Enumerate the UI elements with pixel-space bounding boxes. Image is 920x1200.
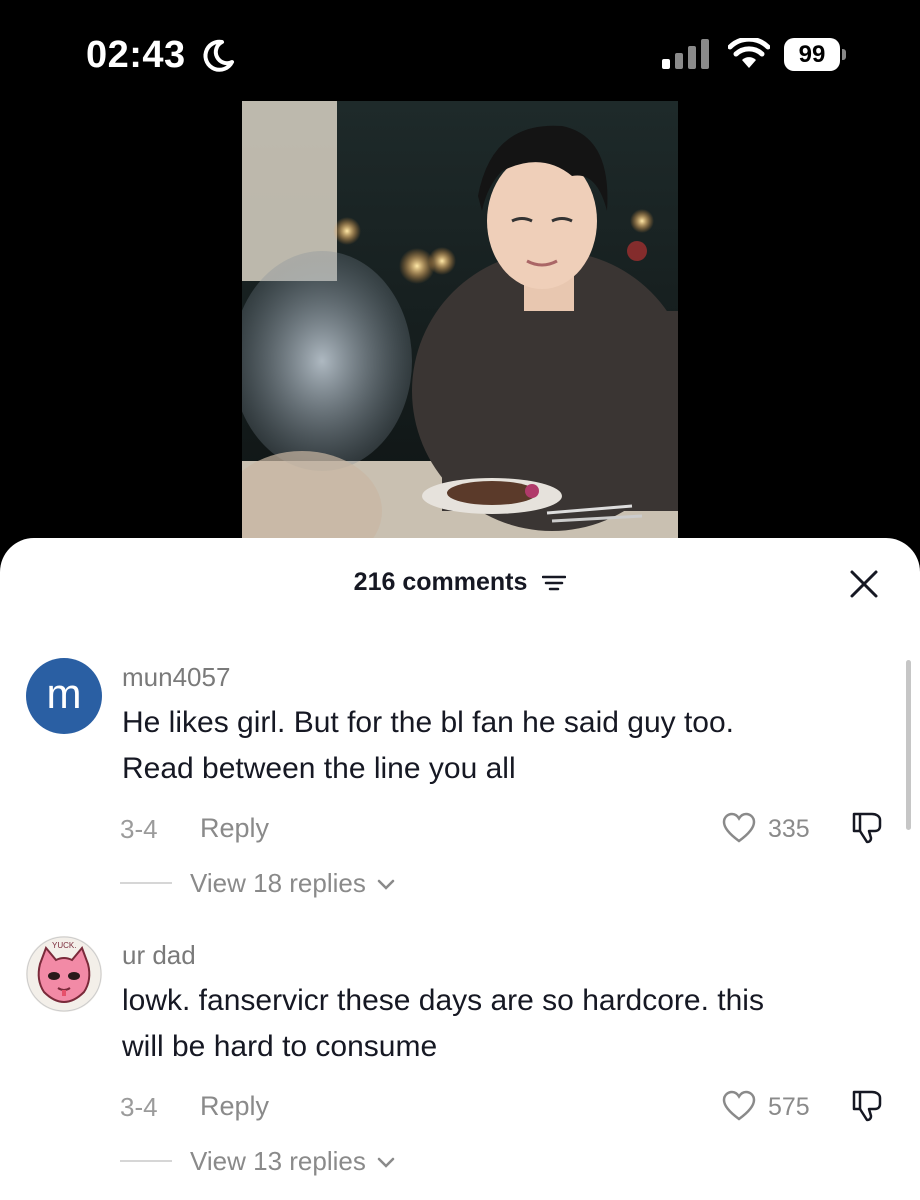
comment-date: 3-4 [120, 814, 158, 844]
comment-text-line: He likes girl. But for the bl fan he sai… [122, 706, 734, 739]
comment-text-line: will be hard to consume [122, 1030, 438, 1063]
replies-divider [120, 882, 172, 884]
comment-text-line: Read between the line you all [122, 752, 516, 785]
comment-date: 3-4 [120, 1092, 158, 1122]
avatar[interactable]: YUCK. [26, 936, 102, 1012]
chevron-down-icon [377, 1157, 395, 1168]
comments-title: 216 comments [0, 568, 920, 597]
battery-indicator: 99 [784, 38, 846, 71]
comment-username[interactable]: mun4057 [122, 662, 230, 693]
avatar[interactable]: m [26, 658, 102, 734]
battery-level: 99 [784, 38, 840, 71]
battery-tip [842, 49, 846, 60]
comment-username[interactable]: ur dad [122, 940, 196, 971]
scrollbar[interactable] [906, 660, 911, 830]
like-count: 575 [768, 1093, 810, 1121]
moon-icon [203, 39, 234, 72]
like-count: 335 [768, 815, 810, 843]
comments-header: 216 comments [0, 538, 920, 628]
cellular-signal-icon [662, 39, 709, 69]
comments-sheet: 216 comments m mun4057 He likes girl. Bu… [0, 538, 920, 1200]
reply-button[interactable]: Reply [200, 1091, 269, 1122]
chevron-down-icon [377, 879, 395, 890]
sort-filter-icon[interactable] [542, 574, 567, 592]
comment-text-line: lowk. fanservicr these days are so hardc… [122, 984, 764, 1017]
heart-icon[interactable] [722, 812, 756, 844]
video-frame [242, 101, 678, 551]
close-icon[interactable] [848, 568, 880, 600]
avatar-letter: m [46, 670, 82, 717]
comments-count-label: 216 comments [353, 568, 528, 596]
video-player[interactable] [242, 101, 678, 551]
reply-button[interactable]: Reply [200, 813, 269, 844]
view-replies-label: View 18 replies [190, 868, 366, 898]
view-replies-button[interactable]: View 13 replies [190, 1146, 395, 1177]
dislike-icon[interactable] [850, 1088, 886, 1122]
status-bar: 02:43 99 [0, 0, 920, 100]
avatar-caption: YUCK. [52, 941, 76, 950]
comment-text: lowk. fanservicr these days are so hardc… [122, 978, 882, 1070]
dislike-icon[interactable] [850, 810, 886, 844]
heart-icon[interactable] [722, 1090, 756, 1122]
view-replies-button[interactable]: View 18 replies [190, 868, 395, 899]
comment-text: He likes girl. But for the bl fan he sai… [122, 700, 882, 792]
replies-divider [120, 1160, 172, 1162]
view-replies-label: View 13 replies [190, 1146, 366, 1176]
wifi-icon [728, 38, 770, 68]
status-time: 02:43 [86, 34, 186, 76]
cat-avatar-icon: YUCK. [26, 936, 102, 1012]
